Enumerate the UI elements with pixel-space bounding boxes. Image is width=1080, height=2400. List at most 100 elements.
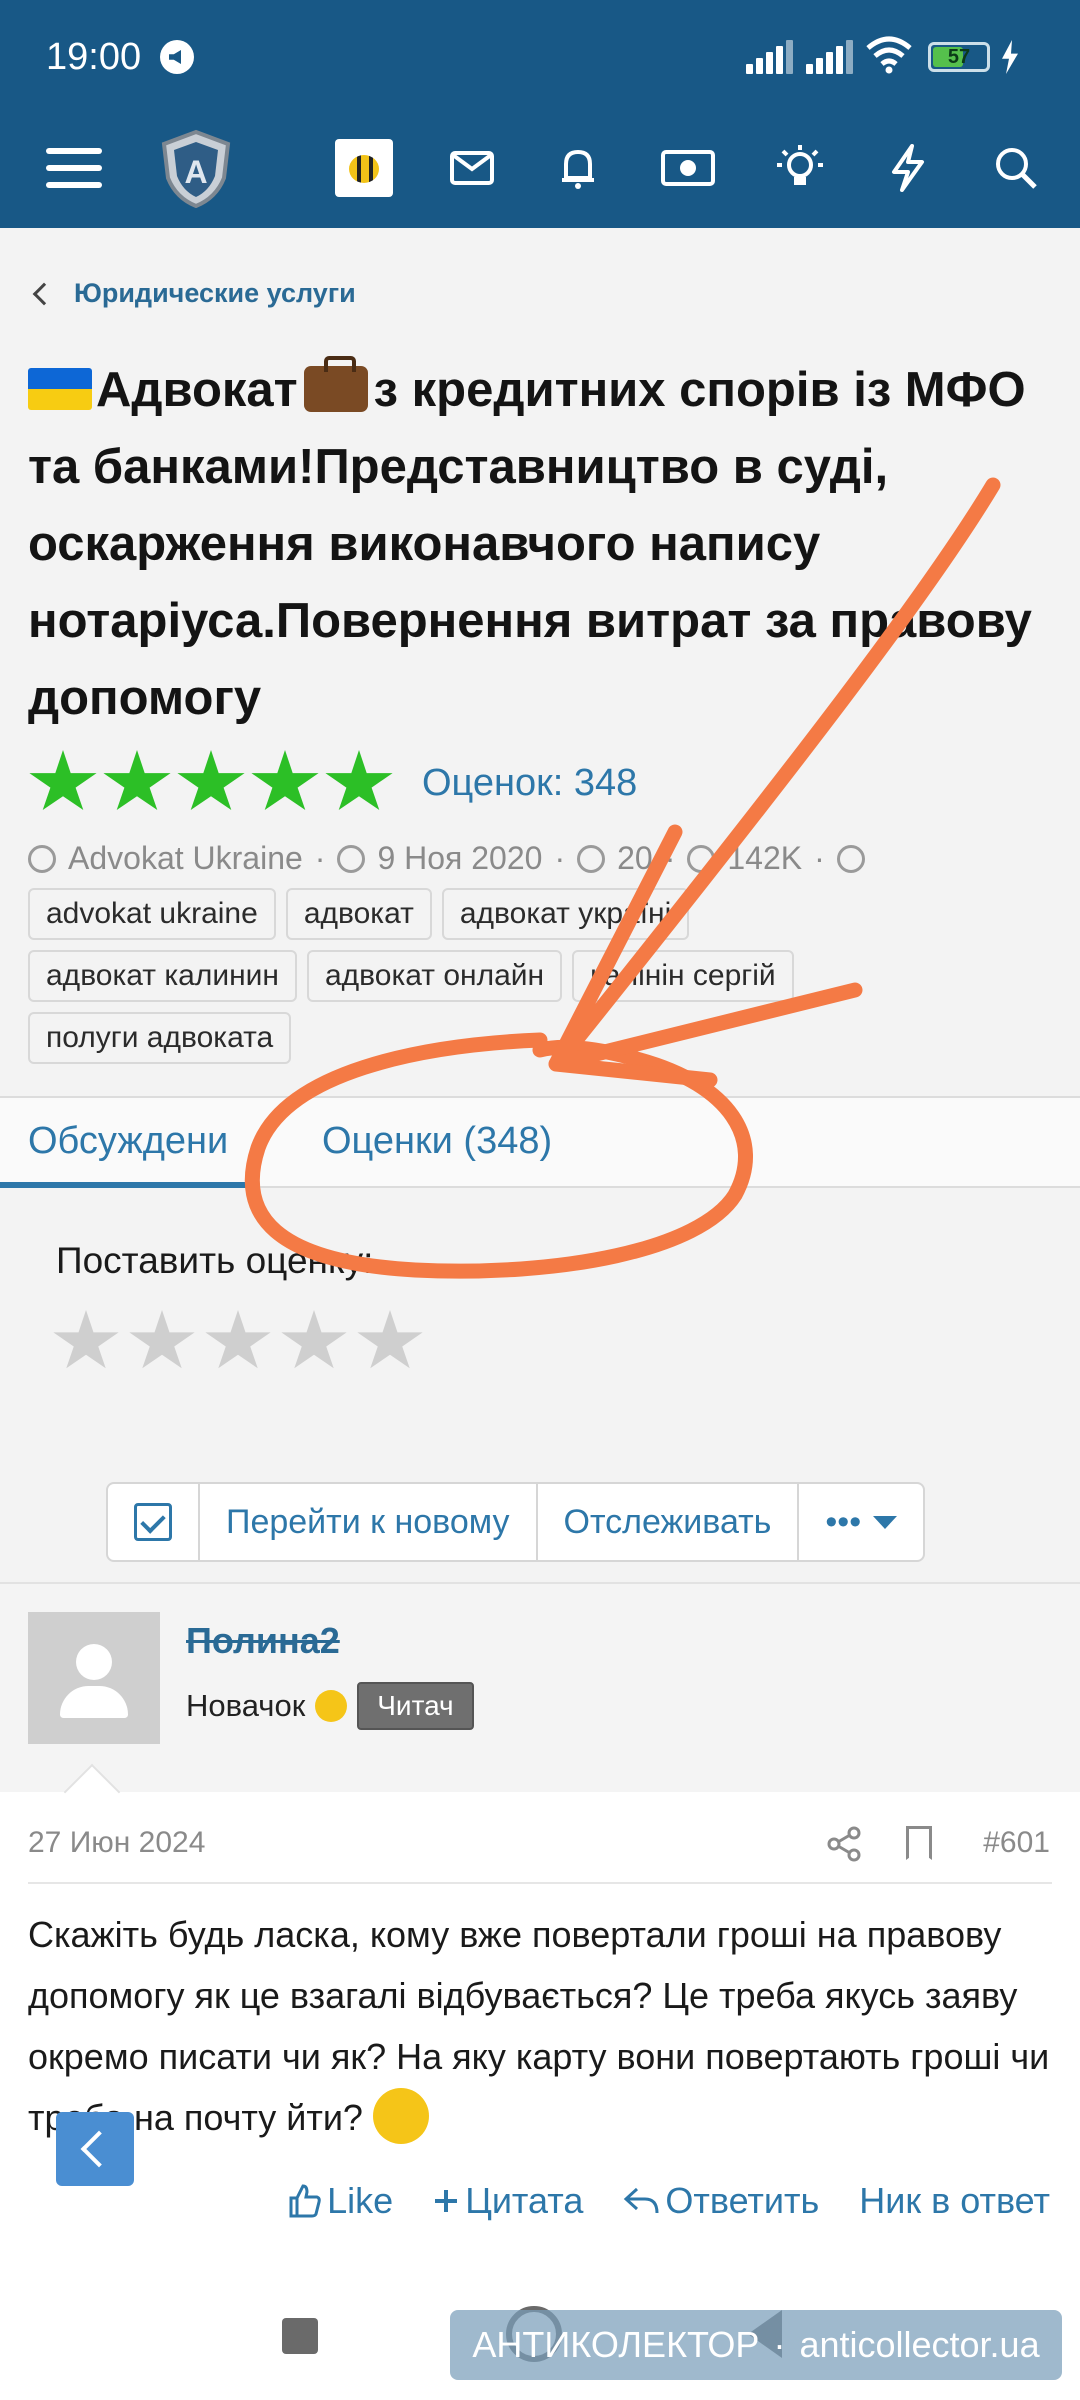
thread-title-part1: Адвокат xyxy=(96,363,298,417)
briefcase-icon xyxy=(303,356,368,412)
rate-prompt: Поставить оценку: xyxy=(56,1240,374,1281)
signal-icon xyxy=(746,40,796,74)
thread-title: Адвокат з кредитних спорів із МФО та банк… xyxy=(28,352,1038,737)
eye-icon xyxy=(687,844,716,873)
reply-arrow-icon xyxy=(624,2187,659,2214)
lightbulb-icon[interactable] xyxy=(760,128,840,208)
tag[interactable]: адвокат xyxy=(285,888,432,940)
mail-icon[interactable] xyxy=(432,128,512,208)
watermark-separator: · xyxy=(773,2324,786,2365)
star-empty-icon[interactable] xyxy=(53,1310,119,1369)
star-empty-icon[interactable] xyxy=(129,1310,195,1369)
cast-icon xyxy=(160,40,194,74)
thread-rating: Оценок: 348 xyxy=(28,750,637,816)
money-icon[interactable] xyxy=(648,128,728,208)
reply-icon xyxy=(577,844,606,873)
ukraine-flag-icon xyxy=(28,368,92,410)
site-logo[interactable]: A xyxy=(156,128,236,208)
wifi-icon xyxy=(866,36,912,74)
star-icon xyxy=(177,750,245,811)
thinking-emoji-icon xyxy=(372,2088,429,2144)
post-text-content: Скажіть будь ласка, кому вже повертали г… xyxy=(28,1914,1050,2138)
top-bar: 19:00 57 A xyxy=(0,0,1080,228)
post-text: Скажіть будь ласка, кому вже повертали г… xyxy=(28,1904,1058,2148)
system-nav-bar: АНТИКОЛЕКТОР · anticollector.ua xyxy=(0,2222,1080,2400)
star-empty-icon[interactable] xyxy=(281,1310,347,1369)
watermark: АНТИКОЛЕКТОР · anticollector.ua xyxy=(450,2310,1062,2380)
back-button[interactable] xyxy=(56,2112,134,2186)
thread-views: 142K xyxy=(727,840,803,876)
battery-icon: 57 xyxy=(928,42,990,72)
like-button[interactable]: Like xyxy=(287,2180,393,2222)
thread-replies: 20 xyxy=(617,840,653,876)
checkbox-icon xyxy=(134,1503,172,1541)
user-rank: Новачок Читач xyxy=(186,1682,474,1730)
nick-reply-label: Ник в ответ xyxy=(859,2180,1050,2221)
post-username[interactable]: Полина2 xyxy=(186,1620,340,1662)
tag[interactable]: адвокат україні xyxy=(441,888,690,940)
tag[interactable]: адвокат калинин xyxy=(28,950,297,1002)
star-icon xyxy=(251,750,319,811)
post-user-bar: Полина2 Новачок Читач xyxy=(0,1582,1080,1792)
bee-icon xyxy=(335,139,393,197)
tab-discussion[interactable]: Обсуждени xyxy=(28,1120,228,1163)
tag[interactable]: advokat ukraine xyxy=(28,888,276,940)
battery-level: 57 xyxy=(947,46,971,68)
rank-label: Новачок xyxy=(186,1688,306,1723)
thread-author[interactable]: Advokat Ukraine xyxy=(68,840,303,877)
post-actions: Like Цитата Ответить Ник в ответ xyxy=(287,2180,1050,2222)
rate-stars[interactable] xyxy=(52,1310,424,1374)
more-button[interactable]: ••• xyxy=(799,1484,923,1560)
tag[interactable]: полуги адвоката xyxy=(28,1012,292,1064)
star-icon xyxy=(29,750,97,811)
watch-button[interactable]: Отслеживать xyxy=(538,1484,800,1560)
thread-date: 9 Ноя 2020 xyxy=(377,840,543,876)
star-empty-icon[interactable] xyxy=(205,1310,271,1369)
goto-new-button[interactable]: Перейти к новому xyxy=(200,1484,538,1560)
active-tab-indicator xyxy=(0,1182,250,1188)
avatar[interactable] xyxy=(28,1612,160,1744)
lightning-icon[interactable] xyxy=(868,128,948,208)
more-dots: ••• xyxy=(825,1502,862,1541)
chevron-left-icon xyxy=(32,282,56,305)
status-time: 19:00 xyxy=(46,36,142,78)
recents-button[interactable] xyxy=(282,2318,318,2354)
star-icon xyxy=(103,750,171,811)
share-icon[interactable] xyxy=(826,1826,862,1862)
user-avatar[interactable] xyxy=(324,128,404,208)
quote-button[interactable]: Цитата xyxy=(433,2180,583,2222)
signal-icon-2 xyxy=(806,40,856,74)
tab-ratings[interactable]: Оценки (348) xyxy=(322,1120,552,1163)
svg-text:A: A xyxy=(184,154,207,190)
reply-button[interactable]: Ответить xyxy=(623,2180,819,2222)
nick-reply-button[interactable]: Ник в ответ xyxy=(859,2180,1050,2222)
chevron-down-icon xyxy=(873,1515,898,1529)
post-number[interactable]: #601 xyxy=(983,1826,1050,1860)
reply-label: Ответить xyxy=(665,2180,820,2221)
user-badge: Читач xyxy=(357,1682,474,1730)
bell-icon[interactable] xyxy=(538,128,618,208)
thread-meta: Advokat Ukraine · 9 Ноя 2020 · 20 · 142K… xyxy=(28,840,865,877)
tag[interactable]: адвокат онлайн xyxy=(306,950,563,1002)
search-icon[interactable] xyxy=(976,128,1056,208)
tag-list: advokat ukraine адвокат адвокат україні … xyxy=(28,888,1048,1074)
tags-icon xyxy=(836,844,865,873)
thread-title-part2: з кредитних спорів із МФО та банками!Пре… xyxy=(28,363,1032,725)
tag[interactable]: калінін сергій xyxy=(572,950,794,1002)
post-date[interactable]: 27 Июн 2024 xyxy=(28,1826,205,1860)
menu-icon[interactable] xyxy=(36,128,116,208)
status-bar: 19:00 57 xyxy=(0,0,1080,110)
breadcrumb-link[interactable]: Юридические услуги xyxy=(74,278,356,309)
star-empty-icon[interactable] xyxy=(357,1310,423,1369)
breadcrumb[interactable]: Юридические услуги xyxy=(32,278,356,309)
thumbs-up-icon xyxy=(289,2184,321,2218)
watermark-url: anticollector.ua xyxy=(799,2324,1040,2365)
thread-tabs: Обсуждени Оценки (348) xyxy=(0,1096,1080,1188)
select-button[interactable] xyxy=(108,1484,200,1560)
bookmark-icon[interactable] xyxy=(906,1826,932,1860)
emoji-icon xyxy=(315,1690,348,1722)
plus-icon xyxy=(435,2190,458,2212)
clock-icon xyxy=(337,844,366,873)
rating-count[interactable]: Оценок: 348 xyxy=(422,762,637,805)
watermark-brand: АНТИКОЛЕКТОР xyxy=(472,2324,760,2365)
